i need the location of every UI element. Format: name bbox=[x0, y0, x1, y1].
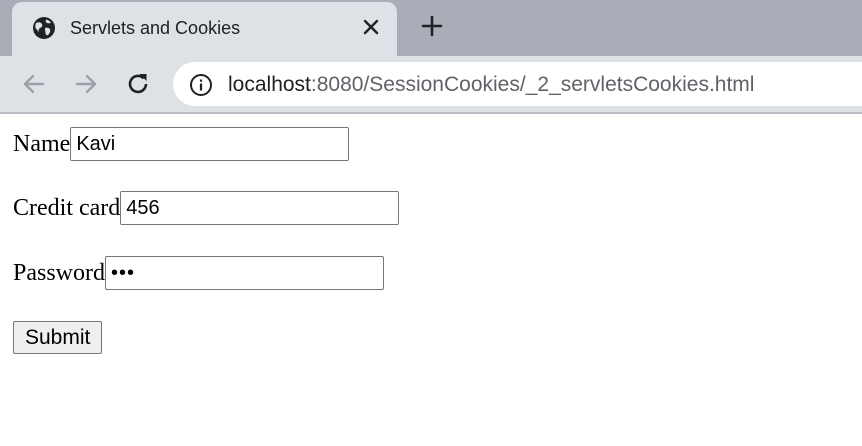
page-content: Name Credit card Password Submit bbox=[0, 114, 862, 446]
name-label: Name bbox=[13, 131, 71, 157]
close-tab-icon[interactable] bbox=[358, 14, 384, 40]
reload-icon[interactable] bbox=[124, 70, 152, 98]
password-input[interactable] bbox=[105, 256, 385, 290]
url-path: :8080/SessionCookies/_2_servletsCookies.… bbox=[310, 73, 755, 96]
info-icon[interactable] bbox=[189, 73, 213, 97]
submit-button[interactable]: Submit bbox=[13, 321, 103, 354]
url-host: localhost bbox=[228, 73, 311, 96]
credit-card-row: Credit card bbox=[13, 191, 400, 225]
name-input[interactable] bbox=[70, 127, 350, 161]
password-label: Password bbox=[13, 260, 106, 286]
password-row: Password bbox=[13, 256, 385, 290]
forward-icon[interactable] bbox=[72, 70, 100, 98]
globe-icon bbox=[33, 17, 55, 39]
new-tab-icon[interactable] bbox=[418, 12, 446, 40]
tab-strip: Servlets and Cookies bbox=[0, 0, 862, 56]
url-text: localhost:8080/SessionCookies/_2_servlet… bbox=[228, 73, 754, 97]
credit-card-label: Credit card bbox=[13, 195, 121, 221]
browser-tab[interactable]: Servlets and Cookies bbox=[12, 2, 397, 56]
tab-title: Servlets and Cookies bbox=[70, 18, 241, 38]
browser-toolbar: localhost:8080/SessionCookies/_2_servlet… bbox=[0, 56, 862, 114]
credit-card-input[interactable] bbox=[120, 191, 400, 225]
address-bar[interactable]: localhost:8080/SessionCookies/_2_servlet… bbox=[173, 62, 862, 106]
name-row: Name bbox=[13, 127, 350, 161]
back-icon[interactable] bbox=[20, 70, 48, 98]
